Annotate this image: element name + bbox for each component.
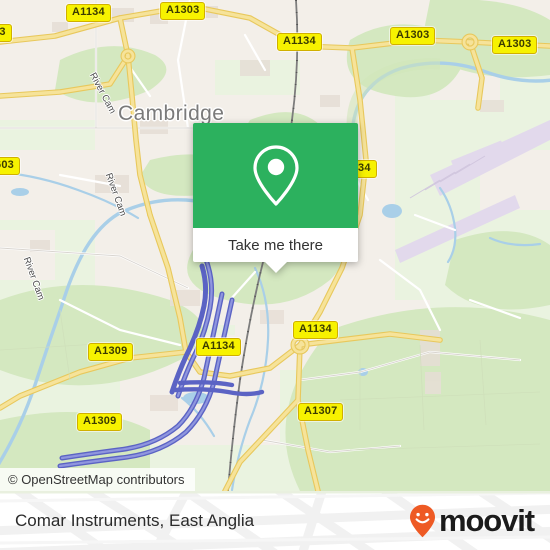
road-shield: A1309 [88,343,134,361]
road-shield: A1307 [298,403,344,421]
map-attribution[interactable]: © OpenStreetMap contributors [0,468,195,491]
take-me-there-button[interactable]: Take me there [193,228,358,262]
road-shield: A1134 [293,321,338,339]
road-shield: A1134 [196,338,241,356]
map-pin-icon [252,144,299,206]
road-shield: A1134 [66,4,111,22]
attribution-text: © OpenStreetMap contributors [8,472,185,487]
moovit-smiley-pin-icon [409,504,435,537]
road-shield: A1309 [77,413,123,431]
road-shield: A1134 [277,33,322,51]
footer-bar: Comar Instruments, East Anglia moovit [0,491,550,550]
popup-pointer-tail [264,262,287,273]
location-title: Comar Instruments, East Anglia [15,510,255,530]
moovit-logo[interactable]: moovit [409,503,535,538]
road-shield: 03 [0,24,12,42]
road-shield: A1303 [492,36,538,54]
map-canvas[interactable]: Cambridge River Cam River Cam River Cam … [0,0,550,491]
road-shield: 603 [0,157,20,175]
road-shield: A1303 [390,27,436,45]
location-popup-card[interactable]: Take me there [193,123,358,273]
take-me-there-label: Take me there [227,236,324,254]
popup-image-panel [193,123,358,228]
moovit-wordmark: moovit [438,503,535,538]
road-shield: A1303 [160,2,206,20]
